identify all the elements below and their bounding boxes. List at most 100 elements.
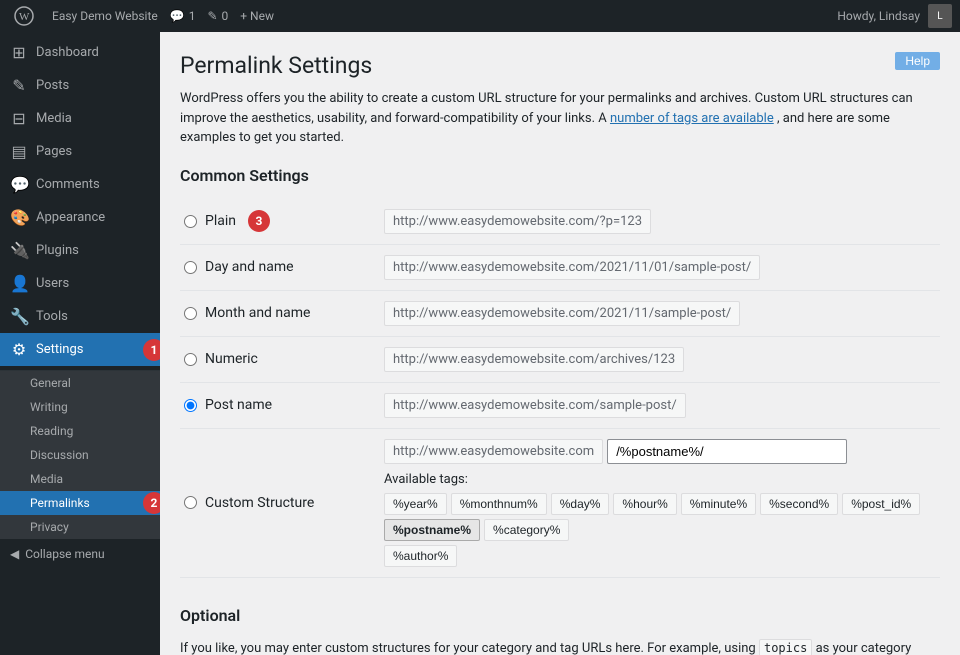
day-name-url: http://www.easydemowebsite.com/2021/11/0… [384,255,760,280]
month-name-url: http://www.easydemowebsite.com/2021/11/s… [384,301,740,326]
intro-text: WordPress offers you the ability to crea… [180,89,940,148]
sidebar-item-label: Plugins [36,243,79,258]
collapse-arrow-icon: ◀ [10,547,19,561]
howdy-text: Howdy, Lindsay [837,9,920,23]
sidebar-item-label: Pages [36,144,72,159]
custom-structure-radio-label[interactable]: Custom Structure [184,495,376,511]
table-row: Numeric http://www.easydemowebsite.com/a… [180,336,940,382]
month-name-radio[interactable] [184,307,197,320]
custom-structure-input[interactable] [607,439,847,464]
sidebar-item-dashboard[interactable]: ⊞ Dashboard [0,36,160,69]
svg-text:W: W [19,11,30,23]
plugins-icon: 🔌 [10,241,28,260]
table-row: Custom Structure http://www.easydemowebs… [180,428,940,577]
main-content: Help Permalink Settings WordPress offers… [160,32,960,655]
sidebar-item-pages[interactable]: ▤ Pages [0,135,160,168]
comments-icon: 💬 [10,175,28,194]
sidebar-item-plugins[interactable]: 🔌 Plugins [0,234,160,267]
day-name-radio-label[interactable]: Day and name [184,259,376,275]
comments-bar-item[interactable]: 💬 1 [170,9,196,23]
wp-logo: W [8,0,40,32]
collapse-menu[interactable]: ◀ Collapse menu [0,539,160,569]
tools-icon: 🔧 [10,307,28,326]
sidebar-item-users[interactable]: 👤 Users [0,267,160,300]
settings-submenu: General Writing Reading Discussion Media… [0,371,160,539]
sidebar-item-label: Tools [36,309,68,324]
numeric-radio[interactable] [184,353,197,366]
help-button[interactable]: Help [895,52,940,70]
tag-hour[interactable]: %hour% [613,493,676,515]
dashboard-icon: ⊞ [10,43,28,62]
submenu-item-discussion[interactable]: Discussion [0,443,160,467]
table-row: Day and name http://www.easydemowebsite.… [180,244,940,290]
tags-list-row2: %author% [384,545,936,567]
numeric-radio-label[interactable]: Numeric [184,351,376,367]
sidebar: ⊞ Dashboard ✎ Posts ⊟ Media ▤ Pages [0,32,160,655]
annotation-3: 3 [248,210,270,232]
topics-code: topics [759,639,812,655]
admin-bar: W Easy Demo Website 💬 1 ✎ 0 + New Howdy,… [0,0,960,32]
custom-structure-row: http://www.easydemowebsite.com [384,439,936,464]
sidebar-item-media[interactable]: ⊟ Media [0,102,160,135]
sidebar-item-tools[interactable]: 🔧 Tools [0,300,160,333]
table-row: Plain 3 http://www.easydemowebsite.com/?… [180,199,940,245]
new-bar-item[interactable]: + New [240,9,274,23]
table-row: Post name http://www.easydemowebsite.com… [180,382,940,428]
tag-postname[interactable]: %postname% [384,519,480,541]
month-name-radio-label[interactable]: Month and name [184,305,376,321]
submenu-item-general[interactable]: General [0,371,160,395]
sidebar-item-label: Comments [36,177,100,192]
settings-icon: ⚙ [10,340,28,359]
site-name[interactable]: Easy Demo Website [52,9,158,23]
tag-minute[interactable]: %minute% [681,493,756,515]
sidebar-item-posts[interactable]: ✎ Posts [0,69,160,102]
sidebar-item-label: Appearance [36,210,105,225]
numeric-url: http://www.easydemowebsite.com/archives/… [384,347,684,372]
custom-base-url: http://www.easydemowebsite.com [384,439,603,464]
optional-title: Optional [180,606,940,625]
appearance-icon: 🎨 [10,208,28,227]
submenu-item-permalinks[interactable]: Permalinks 2 [0,491,160,515]
submenu-item-reading[interactable]: Reading [0,419,160,443]
post-name-radio[interactable] [184,399,197,412]
media-icon: ⊟ [10,109,28,128]
tag-post-id[interactable]: %post_id% [842,493,920,515]
app-container: W Easy Demo Website 💬 1 ✎ 0 + New Howdy,… [0,0,960,655]
permalink-options-table: Plain 3 http://www.easydemowebsite.com/?… [180,199,940,578]
submenu-item-media-settings[interactable]: Media [0,467,160,491]
submenu-item-writing[interactable]: Writing [0,395,160,419]
users-icon: 👤 [10,274,28,293]
tag-day[interactable]: %day% [551,493,610,515]
sidebar-item-appearance[interactable]: 🎨 Appearance [0,201,160,234]
plain-radio[interactable] [184,215,197,228]
available-tags-section: Available tags: %year% %monthnum% %day% … [384,472,936,567]
tag-year[interactable]: %year% [384,493,447,515]
annotation-1: 1 [143,339,160,361]
sidebar-item-label: Settings [36,342,83,357]
submenu-item-privacy[interactable]: Privacy [0,515,160,539]
custom-structure-radio[interactable] [184,496,197,509]
more-bar-item[interactable]: ✎ 0 [207,9,228,23]
tag-monthnum[interactable]: %monthnum% [451,493,547,515]
sidebar-section-main: ⊞ Dashboard ✎ Posts ⊟ Media ▤ Pages [0,32,160,371]
sidebar-item-comments[interactable]: 💬 Comments [0,168,160,201]
pages-icon: ▤ [10,142,28,161]
tag-category[interactable]: %category% [484,519,569,541]
plain-radio-label[interactable]: Plain 3 [184,210,376,232]
tags-list: %year% %monthnum% %day% %hour% %minute% … [384,493,936,541]
sidebar-item-settings[interactable]: ⚙ Settings 1 [0,333,160,366]
tag-author[interactable]: %author% [384,545,457,567]
wp-body: ⊞ Dashboard ✎ Posts ⊟ Media ▤ Pages [0,32,960,655]
tags-link[interactable]: number of tags are available [610,111,774,126]
post-name-url: http://www.easydemowebsite.com/sample-po… [384,393,686,418]
plain-url: http://www.easydemowebsite.com/?p=123 [384,209,651,234]
tag-second[interactable]: %second% [760,493,838,515]
post-name-radio-label[interactable]: Post name [184,397,376,413]
available-tags-label: Available tags: [384,472,936,487]
table-row: Month and name http://www.easydemowebsit… [180,290,940,336]
sidebar-item-label: Users [36,276,69,291]
day-name-radio[interactable] [184,261,197,274]
annotation-2: 2 [143,492,160,514]
sidebar-item-label: Media [36,111,72,126]
common-settings-title: Common Settings [180,166,940,185]
